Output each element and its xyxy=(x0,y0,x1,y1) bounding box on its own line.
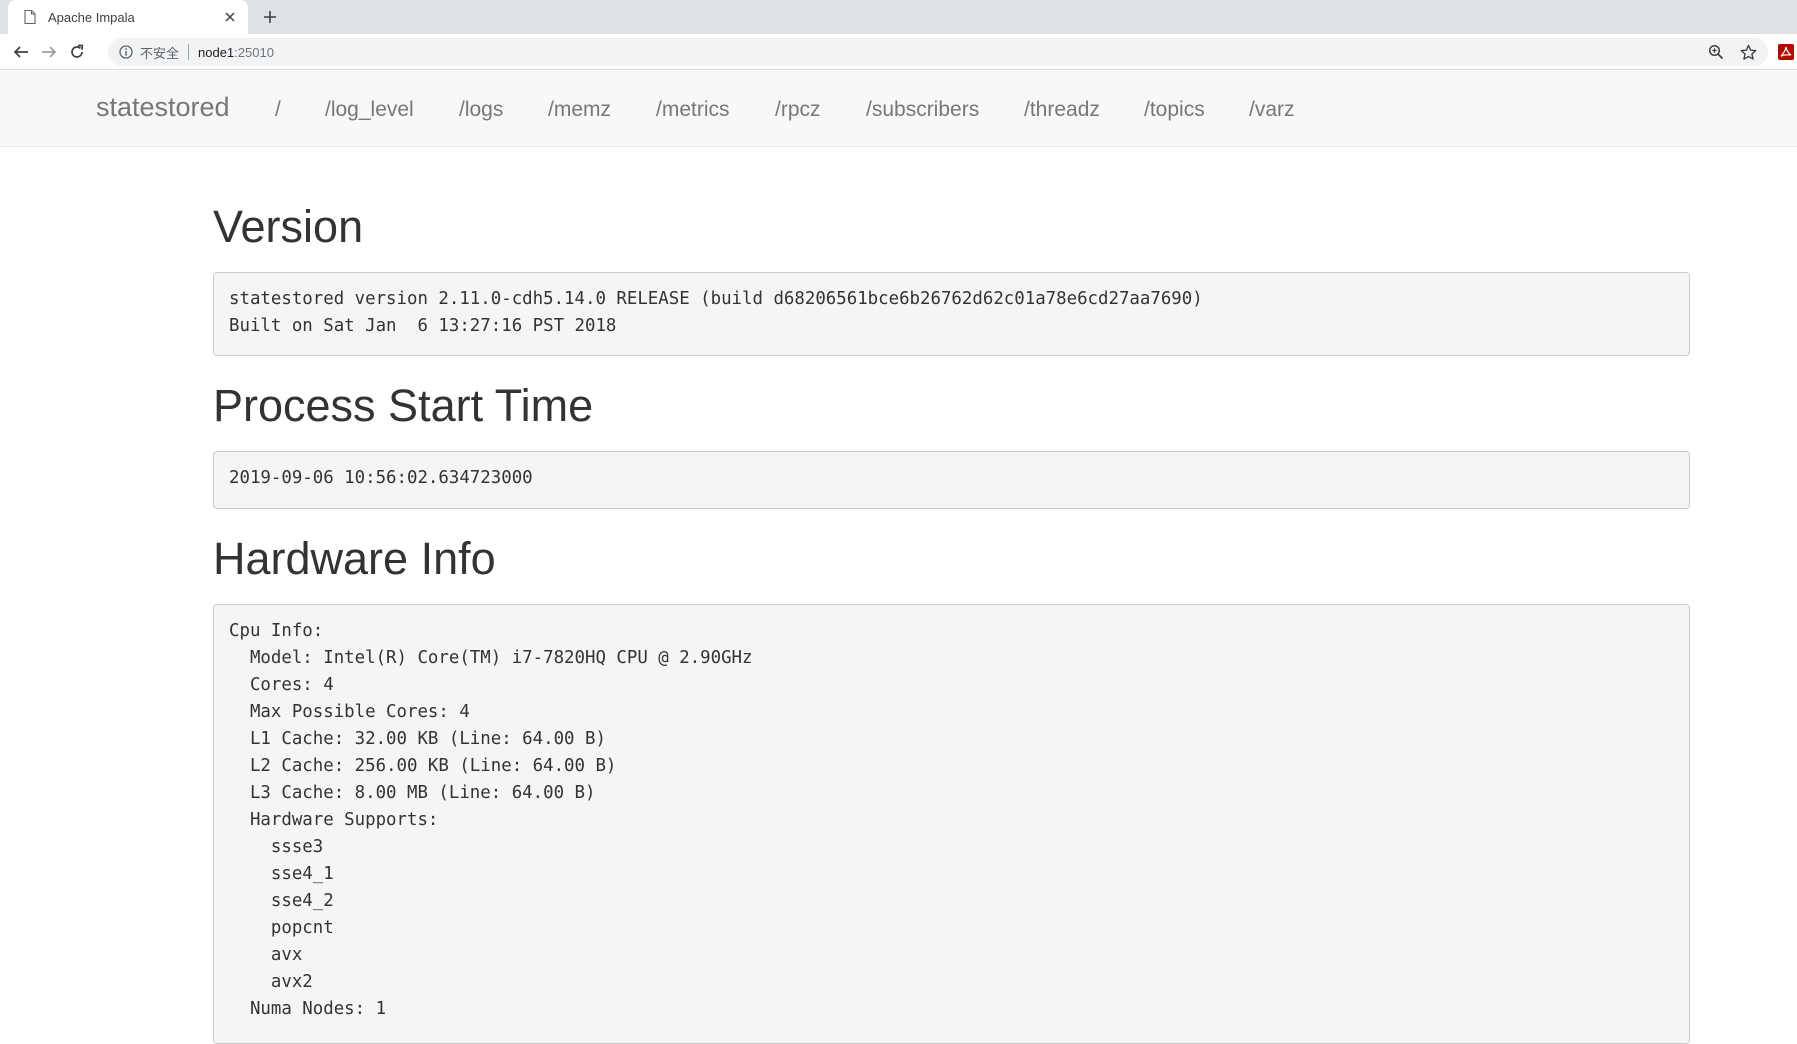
omnibox-divider xyxy=(188,44,190,60)
reload-icon[interactable] xyxy=(66,41,88,63)
nav-link-threadz[interactable]: /threadz xyxy=(1024,98,1100,122)
navbar-brand[interactable]: statestored xyxy=(96,92,230,123)
zoom-icon[interactable] xyxy=(1705,41,1727,63)
url-host: node1 xyxy=(198,44,235,60)
nav-link-root[interactable]: / xyxy=(275,98,281,122)
hardware-block: Cpu Info: Model: Intel(R) Core(TM) i7-78… xyxy=(213,604,1690,1044)
nav-link-log-level[interactable]: /log_level xyxy=(325,98,414,122)
hardware-heading: Hardware Info xyxy=(213,533,496,584)
security-label[interactable]: 不安全 xyxy=(140,43,179,62)
address-bar[interactable]: 不安全 node1:25010 xyxy=(108,38,1768,66)
back-arrow-icon[interactable] xyxy=(10,41,32,63)
nav-link-metrics[interactable]: /metrics xyxy=(656,98,730,122)
version-heading: Version xyxy=(213,201,364,252)
pdf-extension-icon[interactable] xyxy=(1775,41,1797,63)
nav-link-topics[interactable]: /topics xyxy=(1144,98,1205,122)
nav-link-subscribers[interactable]: /subscribers xyxy=(866,98,979,122)
nav-link-logs[interactable]: /logs xyxy=(459,98,503,122)
page-navbar: statestored / /log_level /logs /memz /me… xyxy=(0,71,1797,147)
nav-link-rpcz[interactable]: /rpcz xyxy=(775,98,821,122)
url-port: :25010 xyxy=(234,44,274,60)
start-time-block: 2019-09-06 10:56:02.634723000 xyxy=(213,451,1690,509)
browser-toolbar: 不安全 node1:25010 xyxy=(0,34,1797,70)
new-tab-icon[interactable] xyxy=(258,5,282,29)
close-tab-icon[interactable] xyxy=(222,9,238,25)
info-icon[interactable] xyxy=(118,44,134,60)
start-time-heading: Process Start Time xyxy=(213,380,594,431)
version-block: statestored version 2.11.0-cdh5.14.0 REL… xyxy=(213,272,1690,356)
bookmark-star-icon[interactable] xyxy=(1737,41,1759,63)
forward-arrow-icon[interactable] xyxy=(38,41,60,63)
browser-tabstrip: Apache Impala xyxy=(0,0,1797,34)
tab-title: Apache Impala xyxy=(48,9,135,25)
document-icon xyxy=(22,9,38,25)
browser-tab[interactable]: Apache Impala xyxy=(8,0,248,34)
nav-link-memz[interactable]: /memz xyxy=(548,98,611,122)
nav-link-varz[interactable]: /varz xyxy=(1249,98,1295,122)
